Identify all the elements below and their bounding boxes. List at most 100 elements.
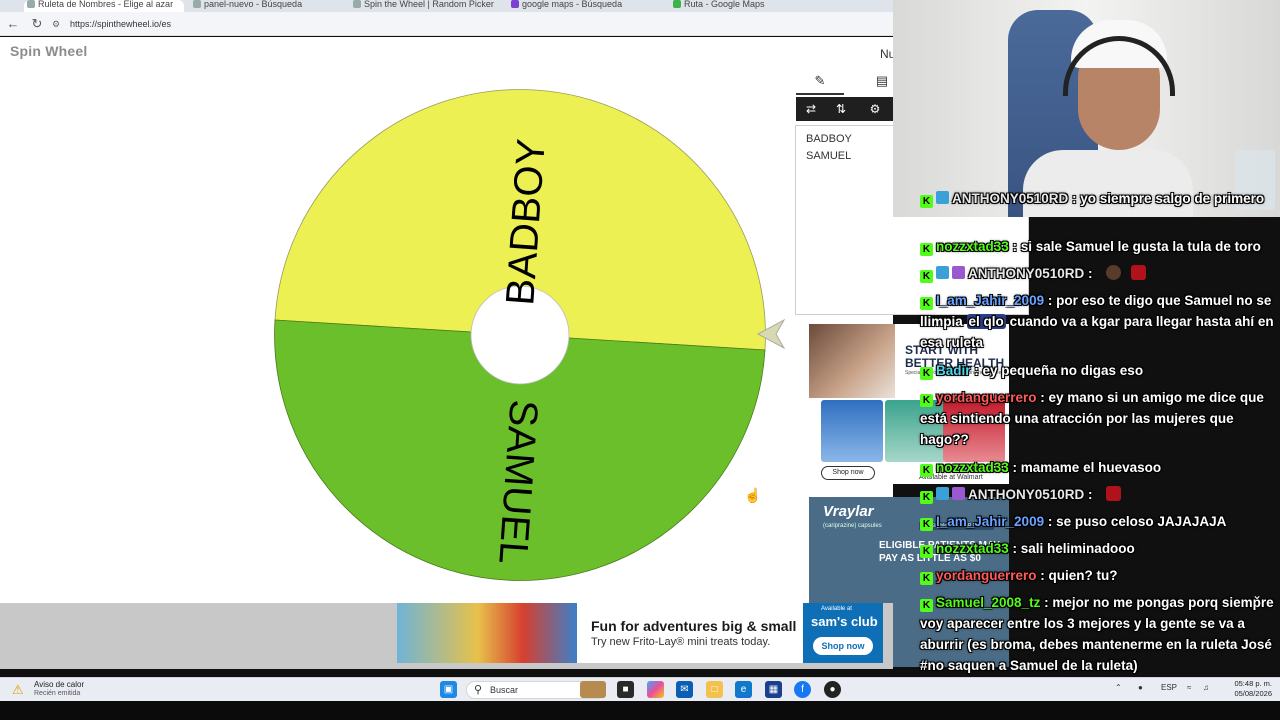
ad-image-dentist: [809, 324, 895, 398]
app-icon[interactable]: ●: [824, 681, 841, 698]
outlook-icon[interactable]: ✉: [676, 681, 693, 698]
windows-taskbar: ⚠ Aviso de calor Recién emitida ▣ ⚲ Busc…: [0, 677, 1280, 701]
kick-badge-icon: K: [920, 491, 933, 504]
page-content: Spin Wheel Nu BADBOY SAMUEL ☝ ✎ ▤ ⇄ ⇅ ⚙ …: [0, 37, 1029, 603]
tab-label: google maps - Búsqueda: [522, 0, 623, 9]
wifi-icon[interactable]: ≈: [1187, 683, 1191, 692]
favicon-icon: [27, 0, 35, 8]
volume-icon[interactable]: ♫: [1203, 683, 1209, 692]
webcam-overlay: [893, 0, 1280, 217]
sub-badge-icon: [936, 487, 949, 500]
ad-product-image: [821, 400, 883, 462]
chat-message: K ANTHONY0510RD :: [920, 484, 1278, 505]
search-highlight-icon: [580, 681, 606, 698]
kick-badge-icon: K: [920, 394, 933, 407]
chat-username: I_am_Jahir_2009: [936, 293, 1045, 308]
windows-start-icon[interactable]: ▣: [440, 681, 457, 698]
warning-icon: ⚠: [12, 682, 24, 697]
chat-username: nozzxtad33: [936, 239, 1009, 254]
chat-username: I_am_Jahir_2009: [936, 514, 1045, 529]
chat-message: K ANTHONY0510RD : yo siempre salgo de pri…: [920, 188, 1278, 209]
ad-generic-name: (cariprazine) capsules: [823, 523, 882, 529]
chat-message: K I_am_Jahir_2009 : se puso celoso JAJAJA…: [920, 511, 1278, 532]
kick-badge-icon: K: [920, 367, 933, 380]
chat-username: ANTHONY0510RD: [968, 266, 1085, 281]
ad-shop-now-button[interactable]: Shop now: [821, 466, 875, 480]
screen: { "browser": { "url": "https://spinthewh…: [0, 0, 1280, 720]
sub-badge-icon: [936, 191, 949, 204]
chat-username: yordanguerrero: [936, 390, 1037, 405]
kick-badge-icon: K: [920, 464, 933, 477]
browser-tab[interactable]: Spin the Wheel | Random Picker: [350, 0, 500, 12]
weather-widget[interactable]: ⚠ Aviso de calor Recién emitida: [12, 680, 132, 700]
microphone-icon[interactable]: ●: [1138, 683, 1143, 692]
taskbar-clock[interactable]: 05:48 p. m. 05/08/2026: [1222, 679, 1272, 699]
facebook-icon[interactable]: f: [794, 681, 811, 698]
kick-badge-icon: K: [920, 297, 933, 310]
site-info-icon: ⚙: [52, 19, 61, 29]
favicon-icon: [673, 0, 681, 8]
task-view-icon[interactable]: ■: [617, 681, 634, 698]
chevron-down-icon[interactable]: ⌄: [1252, 588, 1262, 602]
chat-message: K Samuel_2008_tz : mejor no me pongas por…: [920, 595, 1274, 673]
wheel-pointer-icon: [756, 318, 786, 350]
chat-message: Knozzxtad33 : si sale Samuel le gusta la…: [920, 236, 1278, 257]
site-logo[interactable]: Spin Wheel: [10, 43, 87, 59]
emote-face-icon: [1106, 265, 1122, 280]
chat-text: quien? tu?: [1048, 568, 1118, 583]
chat-highlight: el qlo: [966, 314, 1006, 329]
chat-message: K I_am_Jahir_2009 : por eso te digo que S…: [920, 293, 1274, 350]
browser-tab[interactable]: Ruta - Google Maps: [670, 0, 820, 12]
chat-username: ANTHONY0510RD: [968, 487, 1085, 502]
browser-tab[interactable]: panel-nuevo - Búsqueda: [190, 0, 340, 12]
editor-tabs: ✎ ▤: [796, 67, 893, 95]
chat-username: nozzxtad33: [936, 460, 1009, 475]
sort-icon[interactable]: ⇅: [828, 99, 854, 119]
url-field[interactable]: ⚙ https://spinthewheel.io/es: [52, 16, 872, 32]
browser-tab[interactable]: google maps - Búsqueda: [508, 0, 658, 12]
browser-tab-strip: Ruleta de Nombres - Elige al azar panel-…: [0, 0, 893, 12]
file-explorer-icon[interactable]: □: [706, 681, 723, 698]
store-icon[interactable]: ▦: [765, 681, 782, 698]
gift-badge-icon: [952, 487, 965, 500]
clock-time: 05:48 p. m.: [1234, 679, 1272, 688]
chat-username: Samuel_2008_tz: [936, 595, 1041, 610]
kick-badge-icon: K: [920, 195, 933, 208]
kick-badge-icon: K: [920, 518, 933, 531]
kick-badge-icon: K: [920, 545, 933, 558]
wheel-svg: BADBOY SAMUEL: [274, 89, 766, 581]
chevron-up-icon[interactable]: ⌃: [1115, 683, 1122, 692]
emote-hat-icon: [1106, 486, 1122, 501]
ad-title: Fun for adventures big & small: [591, 618, 797, 634]
browser-tab-active[interactable]: Ruleta de Nombres - Elige al azar: [24, 0, 184, 12]
kick-badge-icon: K: [920, 243, 933, 256]
clock-date: 05/08/2026: [1234, 689, 1272, 698]
kick-badge-icon: K: [920, 572, 933, 585]
entry-toolbar: ⇄ ⇅ ⚙: [796, 97, 893, 121]
chat-message: Knozzxtad33 : mamame el huevasoo: [920, 457, 1278, 478]
settings-gear-icon[interactable]: ⚙: [862, 99, 888, 119]
ad-shop-now-button[interactable]: Shop now: [813, 637, 873, 655]
reload-icon[interactable]: ↻: [29, 16, 45, 32]
ad-brand: Vraylar: [823, 503, 874, 520]
tab-label: Ruleta de Nombres - Elige al azar: [38, 0, 174, 9]
search-icon: ⚲: [474, 684, 483, 696]
chat-message: Kyordanguerrero : quien? tu?: [920, 565, 1278, 586]
chat-message: Kyordanguerrero : ey mano si un amigo me…: [920, 390, 1264, 447]
edit-tab-pencil-icon[interactable]: ✎: [796, 67, 844, 95]
kick-badge-icon: K: [920, 270, 933, 283]
back-icon[interactable]: ←: [5, 16, 21, 32]
weather-subtitle: Recién emitida: [34, 690, 81, 697]
shuffle-icon[interactable]: ⇄: [798, 99, 824, 119]
chat-text: yo siempre salgo de primero: [1080, 191, 1265, 206]
ad-frito-lay[interactable]: Fun for adventures big & small Try new F…: [397, 603, 883, 663]
language-indicator[interactable]: ESP: [1161, 683, 1177, 692]
favicon-icon: [353, 0, 361, 8]
ad-available-label: Available at: [821, 606, 852, 612]
chat-text: se puso celoso JAJAJAJA: [1056, 514, 1227, 529]
edge-browser-icon[interactable]: e: [735, 681, 752, 698]
ad-subtitle: Try new Frito-Lay® mini treats today.: [591, 636, 771, 648]
copilot-icon[interactable]: [647, 681, 664, 698]
wheel[interactable]: BADBOY SAMUEL: [273, 88, 767, 582]
chat-text: ey pequeña no digas eso: [982, 363, 1144, 378]
